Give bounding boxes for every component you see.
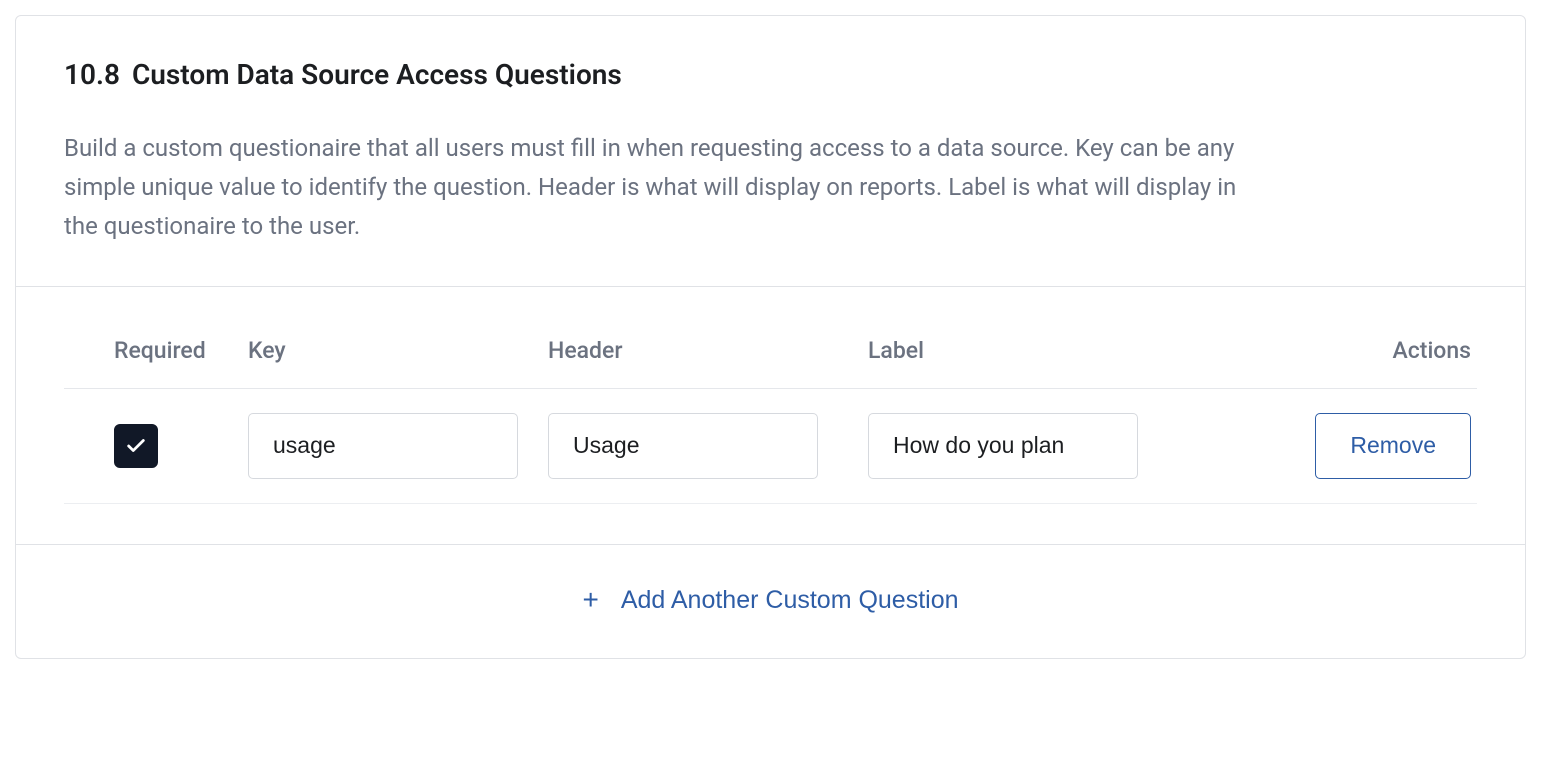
col-header-required: Required (64, 337, 234, 389)
col-header-header: Header (534, 337, 854, 389)
section-description: Build a custom questionaire that all use… (64, 129, 1264, 246)
check-icon (125, 435, 147, 457)
key-input[interactable] (248, 413, 518, 479)
col-header-label: Label (854, 337, 1174, 389)
custom-questions-panel: 10.8 Custom Data Source Access Questions… (15, 15, 1526, 659)
questions-table-wrap: Required Key Header Label Actions (16, 286, 1525, 544)
col-header-actions: Actions (1174, 337, 1477, 389)
panel-header: 10.8 Custom Data Source Access Questions… (16, 16, 1525, 286)
remove-button[interactable]: Remove (1315, 413, 1471, 479)
section-number: 10.8 (64, 58, 120, 91)
label-input[interactable] (868, 413, 1138, 479)
plus-icon: + (582, 586, 598, 614)
table-row: Remove (64, 388, 1477, 503)
col-header-key: Key (234, 337, 534, 389)
questions-table: Required Key Header Label Actions (64, 337, 1477, 504)
panel-footer: + Add Another Custom Question (16, 544, 1525, 658)
required-checkbox[interactable] (114, 424, 158, 468)
add-question-button[interactable]: + Add Another Custom Question (576, 585, 964, 616)
add-question-label: Add Another Custom Question (621, 586, 959, 615)
section-title-text: Custom Data Source Access Questions (132, 58, 622, 91)
table-header-row: Required Key Header Label Actions (64, 337, 1477, 389)
section-title: 10.8 Custom Data Source Access Questions (64, 58, 1477, 91)
header-input[interactable] (548, 413, 818, 479)
